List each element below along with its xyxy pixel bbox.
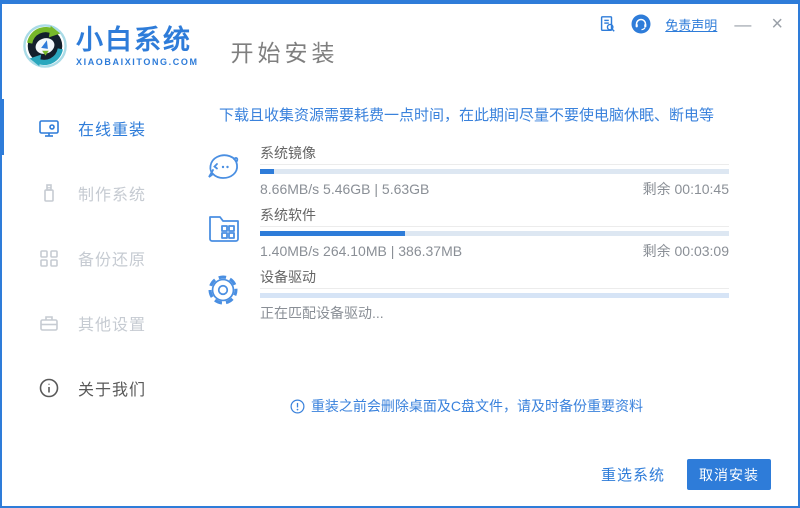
- sidebar-item-label: 备份还原: [78, 251, 147, 269]
- task-remaining-time: 剩余 00:10:45: [642, 181, 729, 197]
- brand-text: 小白系统 XIAOBAIXITONG.COM: [76, 26, 199, 67]
- warning-circle-icon: [290, 399, 305, 413]
- mascot-face-icon: [204, 145, 260, 198]
- minimize-button[interactable]: —: [731, 16, 754, 33]
- backup-warning-text: 重装之前会删除桌面及C盘文件，请及时备份重要资料: [310, 398, 644, 414]
- progress-fill: [260, 169, 275, 174]
- brand-domain: XIAOBAIXITONG.COM: [76, 56, 199, 67]
- footer: 重选系统 取消安装: [601, 459, 771, 490]
- disclaimer-doc-icon[interactable]: [597, 14, 617, 34]
- sidebar-item-online-reinstall[interactable]: 在线重装: [2, 95, 200, 160]
- body: 在线重装 制作系统 备份还原 其他设置 关于我们 下载且收集资源需要耗费一点时间…: [2, 88, 798, 506]
- sidebar: 在线重装 制作系统 备份还原 其他设置 关于我们: [2, 88, 200, 506]
- sidebar-item-backup-restore[interactable]: 备份还原: [2, 225, 200, 290]
- progress-bar-system-image: [260, 169, 729, 174]
- header-controls: 免责声明 — ×: [597, 12, 786, 36]
- cancel-install-button[interactable]: 取消安装: [687, 459, 771, 490]
- sidebar-item-label: 制作系统: [78, 186, 147, 204]
- task-name: 设备驱动: [260, 269, 729, 289]
- support-headset-icon[interactable]: [631, 14, 651, 34]
- brand: 小白系统 XIAOBAIXITONG.COM: [22, 23, 199, 69]
- toolbox-icon: [38, 312, 60, 334]
- folder-apps-icon: [204, 207, 260, 260]
- close-button[interactable]: ×: [768, 14, 786, 34]
- task-matching-status: 正在匹配设备驱动...: [260, 305, 384, 321]
- progress-fill: [260, 231, 406, 236]
- task-system-software: 系统软件 1.40MB/s 264.10MB | 386.37MB 剩余 00:…: [204, 207, 729, 260]
- task-name: 系统镜像: [260, 145, 729, 165]
- disclaimer-link[interactable]: 免责声明: [665, 15, 717, 34]
- task-list: 系统镜像 8.66MB/s 5.46GB | 5.63GB 剩余 00:10:4…: [204, 145, 729, 322]
- header: 小白系统 XIAOBAIXITONG.COM 开始安装 免责声明 — ×: [2, 4, 798, 88]
- progress-bar-device-drivers: [260, 293, 729, 298]
- info-icon: [38, 377, 60, 399]
- app-logo-icon: [23, 24, 67, 68]
- sidebar-item-label: 在线重装: [78, 121, 147, 139]
- sidebar-item-label: 其他设置: [78, 316, 147, 334]
- main-content: 下载且收集资源需要耗费一点时间，在此期间尽量不要使电脑休眠、断电等 系统镜像 8…: [200, 88, 798, 506]
- brand-name: 小白系统: [76, 24, 192, 55]
- monitor-reinstall-icon: [38, 117, 60, 139]
- download-notice: 下载且收集资源需要耗费一点时间，在此期间尽量不要使电脑休眠、断电等: [218, 107, 714, 124]
- task-name: 系统软件: [260, 207, 729, 227]
- usb-drive-icon: [38, 182, 60, 204]
- sidebar-item-other-settings[interactable]: 其他设置: [2, 290, 200, 355]
- task-system-image: 系统镜像 8.66MB/s 5.46GB | 5.63GB 剩余 00:10:4…: [204, 145, 729, 198]
- reselect-system-button[interactable]: 重选系统: [601, 464, 665, 485]
- backup-warning: 重装之前会删除桌面及C盘文件，请及时备份重要资料: [204, 396, 729, 416]
- sidebar-item-about-us[interactable]: 关于我们: [2, 355, 200, 420]
- gear-icon: [204, 269, 260, 322]
- page-title: 开始安装: [230, 40, 339, 66]
- task-speed-size: 8.66MB/s 5.46GB | 5.63GB: [260, 181, 430, 197]
- task-device-drivers: 设备驱动 正在匹配设备驱动...: [204, 269, 729, 322]
- progress-bar-system-software: [260, 231, 729, 236]
- sidebar-item-label: 关于我们: [78, 381, 147, 399]
- task-remaining-time: 剩余 00:03:09: [642, 243, 729, 259]
- backup-restore-icon: [38, 247, 60, 269]
- sidebar-item-make-system[interactable]: 制作系统: [2, 160, 200, 225]
- task-speed-size: 1.40MB/s 264.10MB | 386.37MB: [260, 243, 463, 259]
- app-window: 小白系统 XIAOBAIXITONG.COM 开始安装 免责声明 — × 在线重…: [0, 0, 800, 508]
